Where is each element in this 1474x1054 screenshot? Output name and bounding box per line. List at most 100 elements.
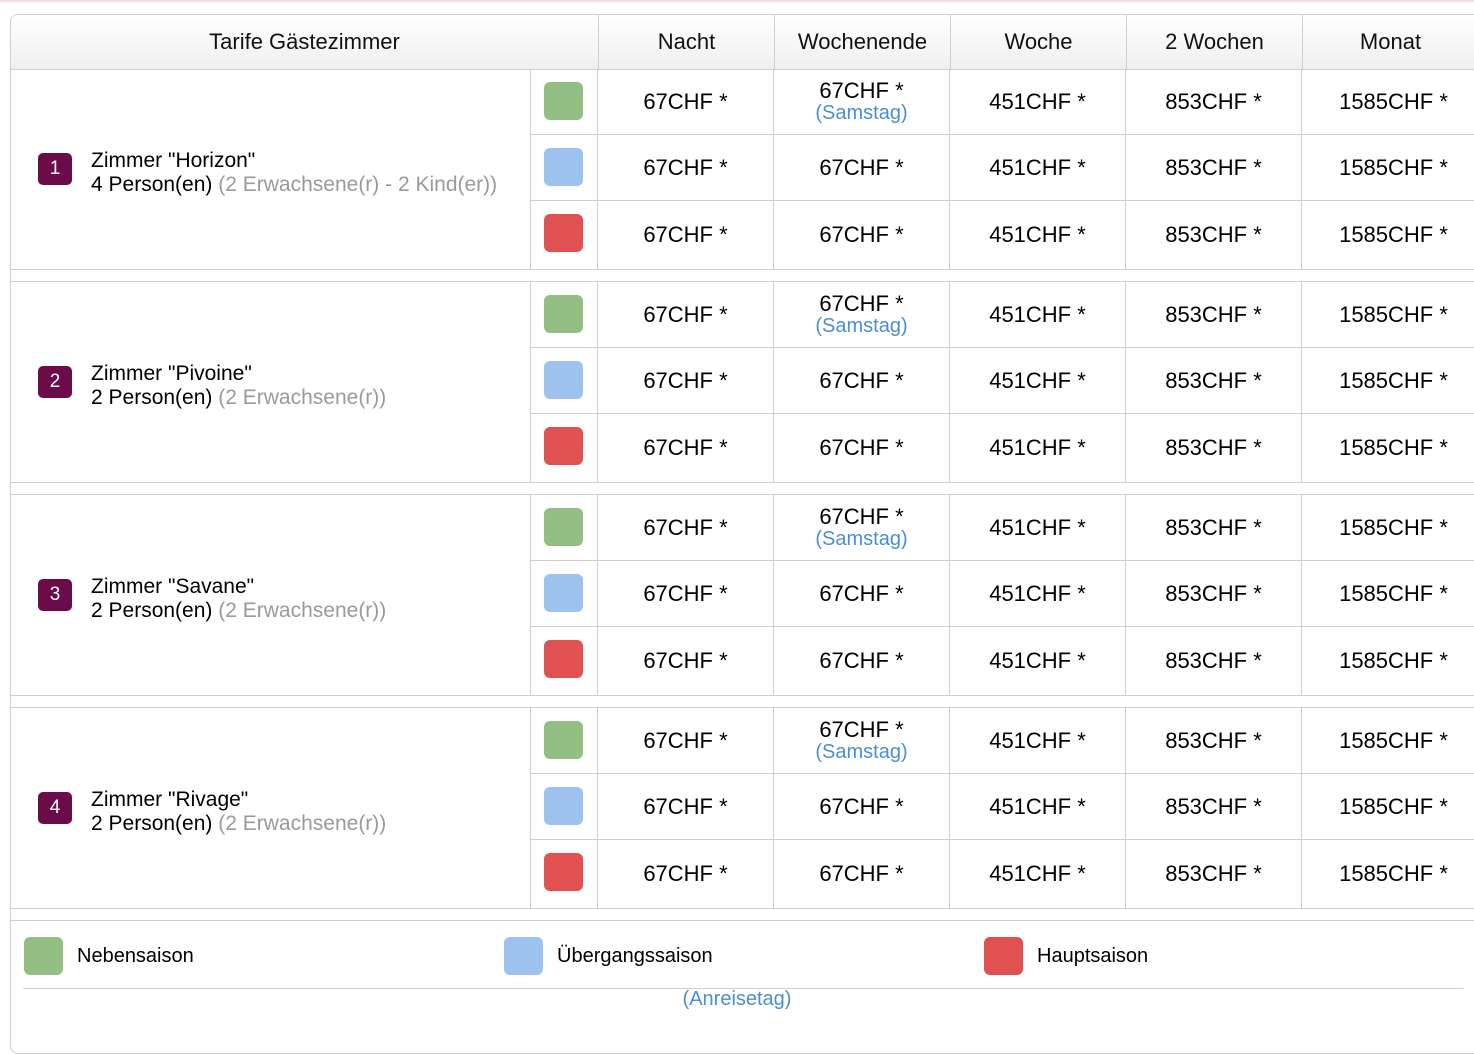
legend-item-hauptsaison: Hauptsaison (984, 936, 1148, 976)
price-cell-woche: 451CHF * (950, 69, 1126, 134)
room-info: 4 Zimmer "Rivage" 2 Person(en) (2 Erwachse… (11, 708, 531, 908)
room-name: Zimmer "Rivage" (91, 788, 249, 811)
price-cell-zwei-wochen: 853CHF * (1126, 282, 1302, 347)
price-cell-nacht: 67CHF * (598, 708, 774, 773)
room-separator (11, 269, 1474, 282)
price-cell-zwei-wochen: 853CHF * (1126, 495, 1302, 560)
price-cell-woche: 451CHF * (950, 561, 1126, 626)
price-cell-nacht: 67CHF * (598, 414, 774, 482)
price-cell-monat: 1585CHF * (1302, 69, 1474, 134)
price-cell-wochenende: 67CHF * (774, 627, 950, 695)
price-cell-zwei-wochen: 853CHF * (1126, 414, 1302, 482)
price-cell-nacht: 67CHF * (598, 561, 774, 626)
price-value: 67CHF * (643, 367, 728, 393)
header-col-nacht: Nacht (598, 15, 774, 69)
price-cell-nacht: 67CHF * (598, 135, 774, 200)
price-value: 67CHF * (819, 154, 904, 180)
season-swatch-haupt (544, 427, 583, 465)
room-info: 3 Zimmer "Savane" 2 Person(en) (2 Erwachse… (11, 495, 531, 695)
price-cell-wochenende: 67CHF * (774, 135, 950, 200)
price-cell-nacht: 67CHF * (598, 69, 774, 134)
price-value: 451CHF * (989, 861, 1086, 886)
price-cell-woche: 451CHF * (950, 708, 1126, 773)
anreisetag-note: (Anreisetag) (682, 988, 792, 1010)
price-cell-wochenende: 67CHF * (774, 774, 950, 839)
season-cell (531, 69, 598, 134)
season-swatch-uebergang (544, 787, 583, 825)
price-value: 853CHF * (1165, 222, 1262, 247)
room-occupancy-detail: (2 Erwachsene(r) - 2 Kind(er)) (218, 173, 498, 196)
room-info: 2 Zimmer "Pivoine" 2 Person(en) (2 Erwachs… (11, 282, 531, 482)
price-cell-woche: 451CHF * (950, 495, 1126, 560)
season-swatch-neben (544, 295, 583, 333)
price-value: 1585CHF * (1339, 648, 1448, 673)
price-value: 67CHF * (643, 580, 728, 606)
price-value: 451CHF * (989, 514, 1086, 540)
arrival-day-note: (Samstag) (815, 101, 908, 124)
price-value: 67CHF * (819, 222, 904, 247)
price-cell-woche: 451CHF * (950, 201, 1126, 269)
room-persons: 2 Person(en) (91, 812, 213, 835)
price-cell-nacht: 67CHF * (598, 201, 774, 269)
price-cell-monat: 1585CHF * (1302, 774, 1474, 839)
price-cell-zwei-wochen: 853CHF * (1126, 201, 1302, 269)
price-cell-zwei-wochen: 853CHF * (1126, 561, 1302, 626)
price-cell-monat: 1585CHF * (1302, 201, 1474, 269)
room-number-badge: 3 (38, 579, 72, 611)
room-block: 4 Zimmer "Rivage" 2 Person(en) (2 Erwachse… (11, 708, 1474, 908)
room-occupancy-detail: (2 Erwachsene(r)) (218, 599, 387, 622)
price-value: 853CHF * (1165, 154, 1262, 180)
price-cell-monat: 1585CHF * (1302, 627, 1474, 695)
price-value: 67CHF * (643, 727, 728, 753)
price-cell-monat: 1585CHF * (1302, 495, 1474, 560)
price-cell-wochenende: 67CHF * (774, 840, 950, 908)
table-row: 67CHF * 67CHF * (Samstag) 451CHF * 853CHF * 1… (531, 69, 1474, 135)
price-value: 67CHF * (819, 716, 904, 742)
price-cell-monat: 1585CHF * (1302, 135, 1474, 200)
header-col-wochenende: Wochenende (774, 15, 950, 69)
price-value: 1585CHF * (1339, 154, 1448, 180)
room-description: Zimmer "Rivage" 2 Person(en) (2 Erwachsen… (91, 788, 511, 836)
room-persons: 2 Person(en) (91, 599, 213, 622)
price-cell-zwei-wochen: 853CHF * (1126, 135, 1302, 200)
price-cell-woche: 451CHF * (950, 627, 1126, 695)
season-cell (531, 561, 598, 626)
top-accent-line (0, 0, 1474, 2)
price-cell-zwei-wochen: 853CHF * (1126, 840, 1302, 908)
table-header: Tarife Gästezimmer Nacht Wochenende Woch… (11, 15, 1474, 70)
season-swatch-neben (544, 508, 583, 546)
room-description: Zimmer "Savane" 2 Person(en) (2 Erwachsen… (91, 575, 511, 623)
price-value: 451CHF * (989, 793, 1086, 819)
season-cell (531, 495, 598, 560)
price-value: 67CHF * (643, 435, 728, 460)
price-value: 451CHF * (989, 154, 1086, 180)
price-cell-wochenende: 67CHF * (774, 414, 950, 482)
price-cell-wochenende: 67CHF * (Samstag) (774, 708, 950, 773)
price-value: 67CHF * (819, 435, 904, 460)
room-name: Zimmer "Horizon" (91, 149, 256, 172)
header-title: Tarife Gästezimmer (209, 29, 400, 54)
room-separator (11, 908, 1474, 921)
price-value: 1585CHF * (1339, 367, 1448, 393)
header-col-monat: Monat (1302, 15, 1474, 69)
price-value: 67CHF * (643, 222, 728, 247)
price-value: 67CHF * (819, 290, 904, 316)
price-cell-woche: 451CHF * (950, 135, 1126, 200)
table-row: 67CHF * 67CHF * (Samstag) 451CHF * 853CHF * 1… (531, 282, 1474, 348)
room-block: 2 Zimmer "Pivoine" 2 Person(en) (2 Erwachs… (11, 282, 1474, 482)
price-value: 853CHF * (1165, 648, 1262, 673)
price-value: 451CHF * (989, 222, 1086, 247)
season-cell (531, 708, 598, 773)
room-number-badge: 1 (38, 153, 72, 185)
room-number-badge: 4 (38, 792, 72, 824)
price-cell-nacht: 67CHF * (598, 840, 774, 908)
price-value: 67CHF * (819, 648, 904, 673)
price-value: 1585CHF * (1339, 580, 1448, 606)
room-description: Zimmer "Horizon" 4 Person(en) (2 Erwachse… (91, 149, 511, 197)
price-value: 67CHF * (643, 154, 728, 180)
price-cell-woche: 451CHF * (950, 414, 1126, 482)
room-separator (11, 695, 1474, 708)
price-value: 67CHF * (643, 514, 728, 540)
price-cell-monat: 1585CHF * (1302, 708, 1474, 773)
price-cell-nacht: 67CHF * (598, 774, 774, 839)
